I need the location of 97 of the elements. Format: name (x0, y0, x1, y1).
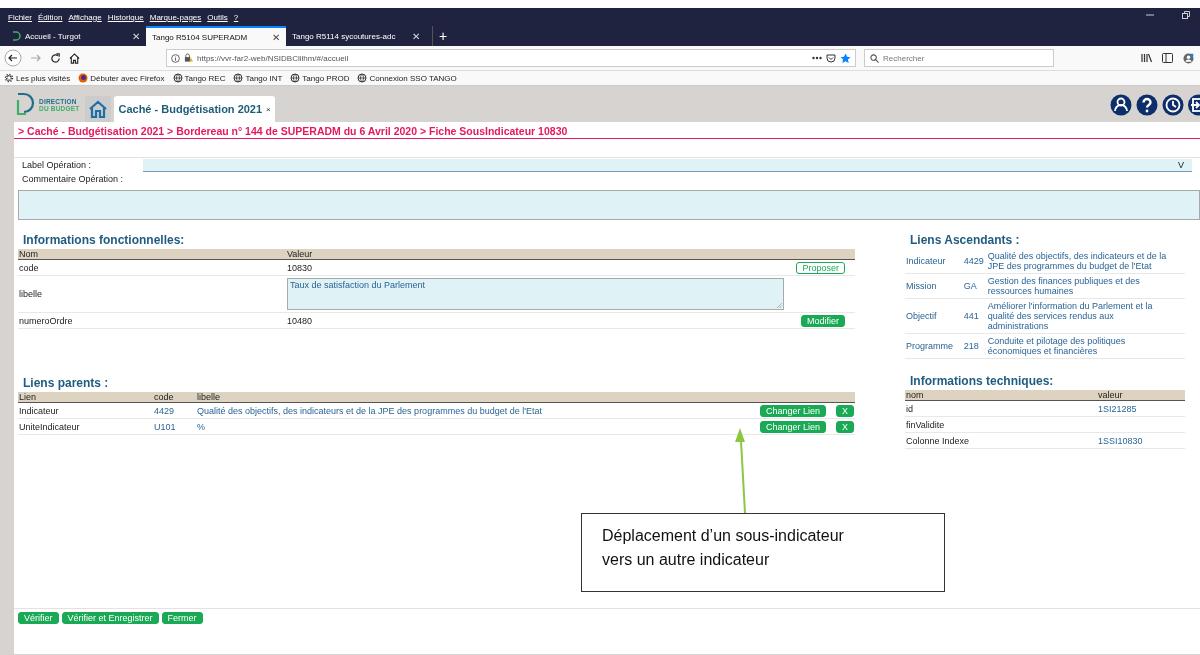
globe-icon (290, 73, 301, 83)
reload-icon[interactable] (50, 52, 61, 64)
star-icon[interactable] (840, 52, 851, 64)
table-cell: U101 (154, 421, 176, 432)
info-icon (171, 53, 180, 63)
table-cell: 10480 (286, 315, 312, 326)
close-tab-icon[interactable]: ✕ (412, 30, 420, 42)
app-tab[interactable]: Caché - Budgétisation 2021 × (114, 96, 275, 122)
table-cell: 218 (963, 341, 979, 351)
menu-item[interactable]: Affichage (68, 12, 102, 22)
section-title: Informations fonctionnelles: (22, 232, 186, 249)
column-header: code (153, 392, 196, 403)
column-header: libelle (196, 392, 759, 403)
globe-icon (357, 73, 368, 83)
table-cell: 1SI21285 (1098, 403, 1137, 414)
table-cell: % (197, 421, 205, 432)
bookmark[interactable]: Tango INT (233, 73, 283, 83)
restore-icon[interactable] (1182, 11, 1190, 19)
breadcrumb: > Caché - Budgétisation 2021 > Bordereau n° 144 de SUPERADM du 6 Avril 2020 > Fiche SousIndicateur 10830 (14, 122, 1200, 139)
table-cell: 1SSI10830 (1098, 435, 1143, 446)
bookmark[interactable]: Les plus visités (4, 73, 71, 83)
home-tab[interactable] (85, 96, 112, 122)
comment-field[interactable] (18, 190, 1200, 220)
search-icon (870, 53, 879, 63)
table-cell: Colonne Indexe (906, 435, 970, 446)
more-icon[interactable] (812, 56, 822, 60)
bookmark[interactable]: Connexion SSO TANGO (357, 73, 457, 83)
table-cell: 441 (963, 311, 979, 321)
field-label: Commentaire Opération : (22, 174, 124, 184)
column-header: Valeur (285, 249, 785, 260)
home-icon (88, 100, 109, 118)
column-header: valeur (1097, 390, 1185, 401)
menu-item[interactable]: Édition (38, 12, 63, 22)
column-header: Lien (18, 392, 153, 403)
globe-icon (172, 73, 183, 83)
table-cell: Qualité des objectifs, des indicateurs et de la JPE des programmes du budget de l'Etat (987, 251, 1167, 271)
section-title: Liens Ascendants : (909, 232, 1021, 249)
bookmark[interactable]: Tango PROD (290, 73, 350, 83)
field-label: Label Opération : (22, 160, 93, 170)
menu-item[interactable]: Outils (207, 12, 228, 22)
globe-icon (233, 73, 244, 83)
column-header: Nom (18, 249, 286, 260)
table-cell: Objectif (906, 311, 937, 321)
site-logo-icon (12, 31, 21, 41)
user-icon[interactable] (1110, 94, 1132, 116)
menu-item[interactable]: Historique (107, 12, 144, 22)
firefox-icon (78, 73, 89, 83)
menu-item[interactable]: Fichier (8, 12, 32, 22)
table-cell: Indicateur (19, 405, 59, 416)
column-header: nom (905, 390, 1097, 401)
close-tab-icon[interactable]: × (266, 104, 271, 114)
menu-item[interactable]: Marque-pages (149, 12, 202, 22)
label-operation-field[interactable]: V (143, 158, 1192, 172)
bookmark[interactable]: Tango REC (172, 73, 226, 83)
table-cell: Qualité des objectifs, des indicateurs et de la JPE des programmes du budget de l'Etat (197, 405, 542, 416)
help-icon[interactable] (1136, 94, 1158, 116)
table-cell: libelle (19, 289, 42, 299)
minimize-icon[interactable] (1146, 11, 1154, 19)
menu-item[interactable]: ? (233, 12, 239, 22)
browser-tab[interactable]: Tango R5114 sycoutures-adc ✕ (286, 26, 426, 46)
pocket-icon[interactable] (826, 53, 836, 63)
history-icon[interactable] (1162, 94, 1184, 116)
account-icon[interactable] (1183, 52, 1194, 64)
table-cell: Conduite et pilotage des politiques économiques et financières (987, 336, 1126, 356)
close-tab-icon[interactable]: ✕ (272, 31, 280, 43)
table-cell: 4429 (154, 405, 175, 416)
gear-icon (4, 73, 14, 83)
browser-tab[interactable]: Tango R5104 SUPERADM ✕ (146, 26, 286, 46)
table-cell: GA (963, 281, 977, 291)
libelle-field[interactable]: Taux de satisfaction du Parlement (286, 278, 784, 310)
table-cell: Programme (906, 341, 953, 351)
table-cell: 10830 (286, 262, 312, 273)
close-tab-icon[interactable]: ✕ (132, 30, 140, 42)
browser-tab[interactable]: Accueil - Turgot ✕ (6, 26, 146, 46)
table-cell: numeroOrdre (19, 315, 73, 326)
logout-icon[interactable] (1188, 94, 1200, 116)
lock-warning-icon (184, 53, 193, 63)
table-cell: code (19, 262, 39, 273)
table-cell: finValidite (906, 419, 945, 430)
back-icon[interactable] (4, 49, 22, 67)
home-icon[interactable] (69, 52, 80, 64)
address-bar[interactable]: https://vvr-far2-web/NSIDBClilhm/#/accueil (166, 49, 856, 67)
table-cell: Mission (906, 281, 937, 291)
search-field[interactable]: Rechercher (864, 49, 1054, 67)
table-cell: Indicateur (906, 256, 946, 266)
section-title: Informations techniques: (909, 373, 1055, 390)
table-cell: 4429 (963, 256, 984, 266)
sidebar-icon[interactable] (1162, 52, 1173, 63)
table-cell: Améliorer l'information du Parlement et la qualité des services rendus aux administrations (987, 301, 1153, 331)
table-cell: Gestion des finances publiques et des ressources humaines (987, 276, 1140, 296)
callout-text: Déplacement d’un sous-indicateur vers un autre indicateur (581, 513, 945, 592)
resize-grip-icon (776, 303, 782, 308)
table-cell: UniteIndicateur (19, 421, 80, 432)
section-title: Liens parents : (22, 375, 110, 392)
table-cell: id (906, 403, 913, 414)
bookmark[interactable]: Débuter avec Firefox (78, 73, 165, 83)
library-icon[interactable] (1141, 52, 1152, 63)
